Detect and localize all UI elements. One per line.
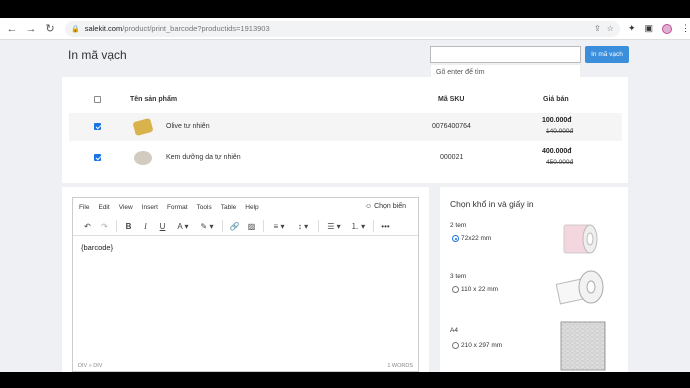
link-icon[interactable]: 🔗 [226, 222, 243, 231]
product-image [134, 151, 152, 165]
choose-variable-menu[interactable]: ☺ Chọn biến [365, 203, 406, 210]
bold-icon[interactable]: B [120, 222, 137, 231]
line-height-icon[interactable]: ↕ ▾ [291, 222, 315, 231]
paper-title: Chọn khổ in và giấy in [450, 199, 534, 209]
table-row: Olive tư nhiên 0076400764 100.000đ 140.0… [69, 113, 622, 141]
paper-option-label: 72x22 mm [461, 235, 492, 242]
label-roll-3-image [555, 270, 604, 305]
row-checkbox[interactable] [94, 154, 101, 161]
a4-sheet-image [560, 321, 606, 371]
numbered-list-icon[interactable]: ⒈ ▾ [346, 221, 370, 232]
product-name: Kem dưỡng da tự nhiên [166, 154, 241, 161]
align-icon[interactable]: ≡ ▾ [267, 222, 291, 231]
extensions-icon[interactable]: ✦ [628, 23, 636, 34]
separator [263, 220, 264, 232]
profile-avatar[interactable] [662, 23, 673, 34]
menu-edit[interactable]: Edit [98, 204, 109, 211]
option-group-label: 2 tem [450, 222, 467, 229]
paper-option-radio[interactable] [452, 235, 459, 242]
row-checkbox[interactable] [94, 123, 101, 130]
product-old-price: 140.000đ [546, 128, 574, 135]
header-sku: Mã SKU [438, 96, 465, 103]
url-host: salekit.com [84, 24, 123, 33]
side-panel-icon[interactable]: ▣ [645, 23, 654, 34]
separator [222, 220, 223, 232]
undo-icon[interactable]: ↶ [79, 222, 96, 231]
page-body: In mã vạch In mã vạch Gõ enter để tìm Tê… [0, 40, 690, 372]
lock-icon: 🔒 [71, 25, 80, 33]
product-name: Olive tư nhiên [166, 123, 210, 130]
header-name: Tên sản phẩm [130, 96, 178, 103]
italic-icon[interactable]: I [137, 222, 154, 231]
separator [116, 220, 117, 232]
print-barcode-button[interactable]: In mã vạch [585, 46, 629, 63]
product-image [132, 117, 154, 137]
option-group-label: 3 tem [450, 273, 467, 280]
paper-option-label: 110 x 22 mm [461, 286, 499, 293]
reload-icon[interactable]: ↻ [43, 22, 57, 36]
browser-toolbar: ← → ↻ 🔒 salekit.com /product/print_barco… [0, 18, 690, 40]
more-icon[interactable]: ••• [377, 222, 394, 231]
product-price: 100.000đ [542, 117, 572, 124]
template-editor-card: File Edit View Insert Format Tools Table… [62, 187, 479, 372]
menu-tools[interactable]: Tools [197, 204, 212, 211]
menu-format[interactable]: Format [167, 204, 188, 211]
status-path: DIV » DIV [78, 363, 103, 369]
paper-option-label: 210 x 297 mm [461, 342, 503, 349]
menu-insert[interactable]: Insert [142, 204, 158, 211]
paper-option-radio[interactable] [452, 286, 459, 293]
product-price: 400.000đ [542, 148, 572, 155]
paper-option-radio[interactable] [452, 342, 459, 349]
menu-file[interactable]: File [79, 204, 89, 211]
redo-icon[interactable]: ↷ [96, 222, 113, 231]
back-icon[interactable]: ← [5, 22, 19, 36]
address-bar[interactable]: 🔒 salekit.com /product/print_barcode?pro… [65, 20, 620, 37]
rich-text-editor: File Edit View Insert Format Tools Table… [72, 197, 419, 372]
share-icon[interactable]: ⇪ [594, 24, 601, 33]
menu-help[interactable]: Help [245, 204, 258, 211]
editor-toolbar: ↶ ↷ B I U A ▾ ✎ ▾ 🔗 ▨ ≡ ▾ ↕ ▾ ☰ ▾ ⒈ ▾ ••… [73, 217, 418, 236]
product-sku: 000021 [440, 154, 464, 161]
label-roll-2-image [563, 224, 598, 254]
menu-icon[interactable]: ⋮ [681, 23, 690, 34]
menu-view[interactable]: View [119, 204, 133, 211]
star-icon[interactable]: ☆ [607, 24, 614, 33]
product-old-price: 450.000đ [546, 159, 574, 166]
header-price: Giá bán [543, 96, 569, 103]
separator [373, 220, 374, 232]
table-row: Kem dưỡng da tự nhiên 000021 400.000đ 45… [69, 144, 622, 172]
bullet-list-icon[interactable]: ☰ ▾ [322, 222, 346, 231]
screen-frame: ← → ↻ 🔒 salekit.com /product/print_barco… [0, 0, 690, 388]
url-path: /product/print_barcode?productids=191390… [122, 24, 270, 33]
highlight-icon[interactable]: ✎ ▾ [195, 222, 219, 231]
word-count: 1 WORDS [387, 363, 413, 369]
separator [318, 220, 319, 232]
search-input[interactable] [430, 46, 581, 63]
editor-content[interactable]: {barcode} [81, 243, 113, 252]
editor-statusbar: DIV » DIV 1 WORDS [73, 361, 418, 371]
option-group-label: A4 [450, 327, 458, 334]
page-title: In mã vạch [68, 48, 127, 62]
select-all-checkbox[interactable] [94, 96, 101, 103]
underline-icon[interactable]: U [154, 222, 171, 231]
product-table: Tên sản phẩm Mã SKU Giá bán Olive tư nhi… [62, 77, 628, 183]
paper-size-card: Chọn khổ in và giấy in 2 tem 72x22 mm 3 … [440, 187, 628, 372]
menu-table[interactable]: Table [221, 204, 237, 211]
forward-icon[interactable]: → [24, 22, 38, 36]
image-icon[interactable]: ▨ [243, 222, 260, 231]
product-sku: 0076400764 [432, 123, 471, 130]
text-color-icon[interactable]: A ▾ [171, 222, 195, 231]
